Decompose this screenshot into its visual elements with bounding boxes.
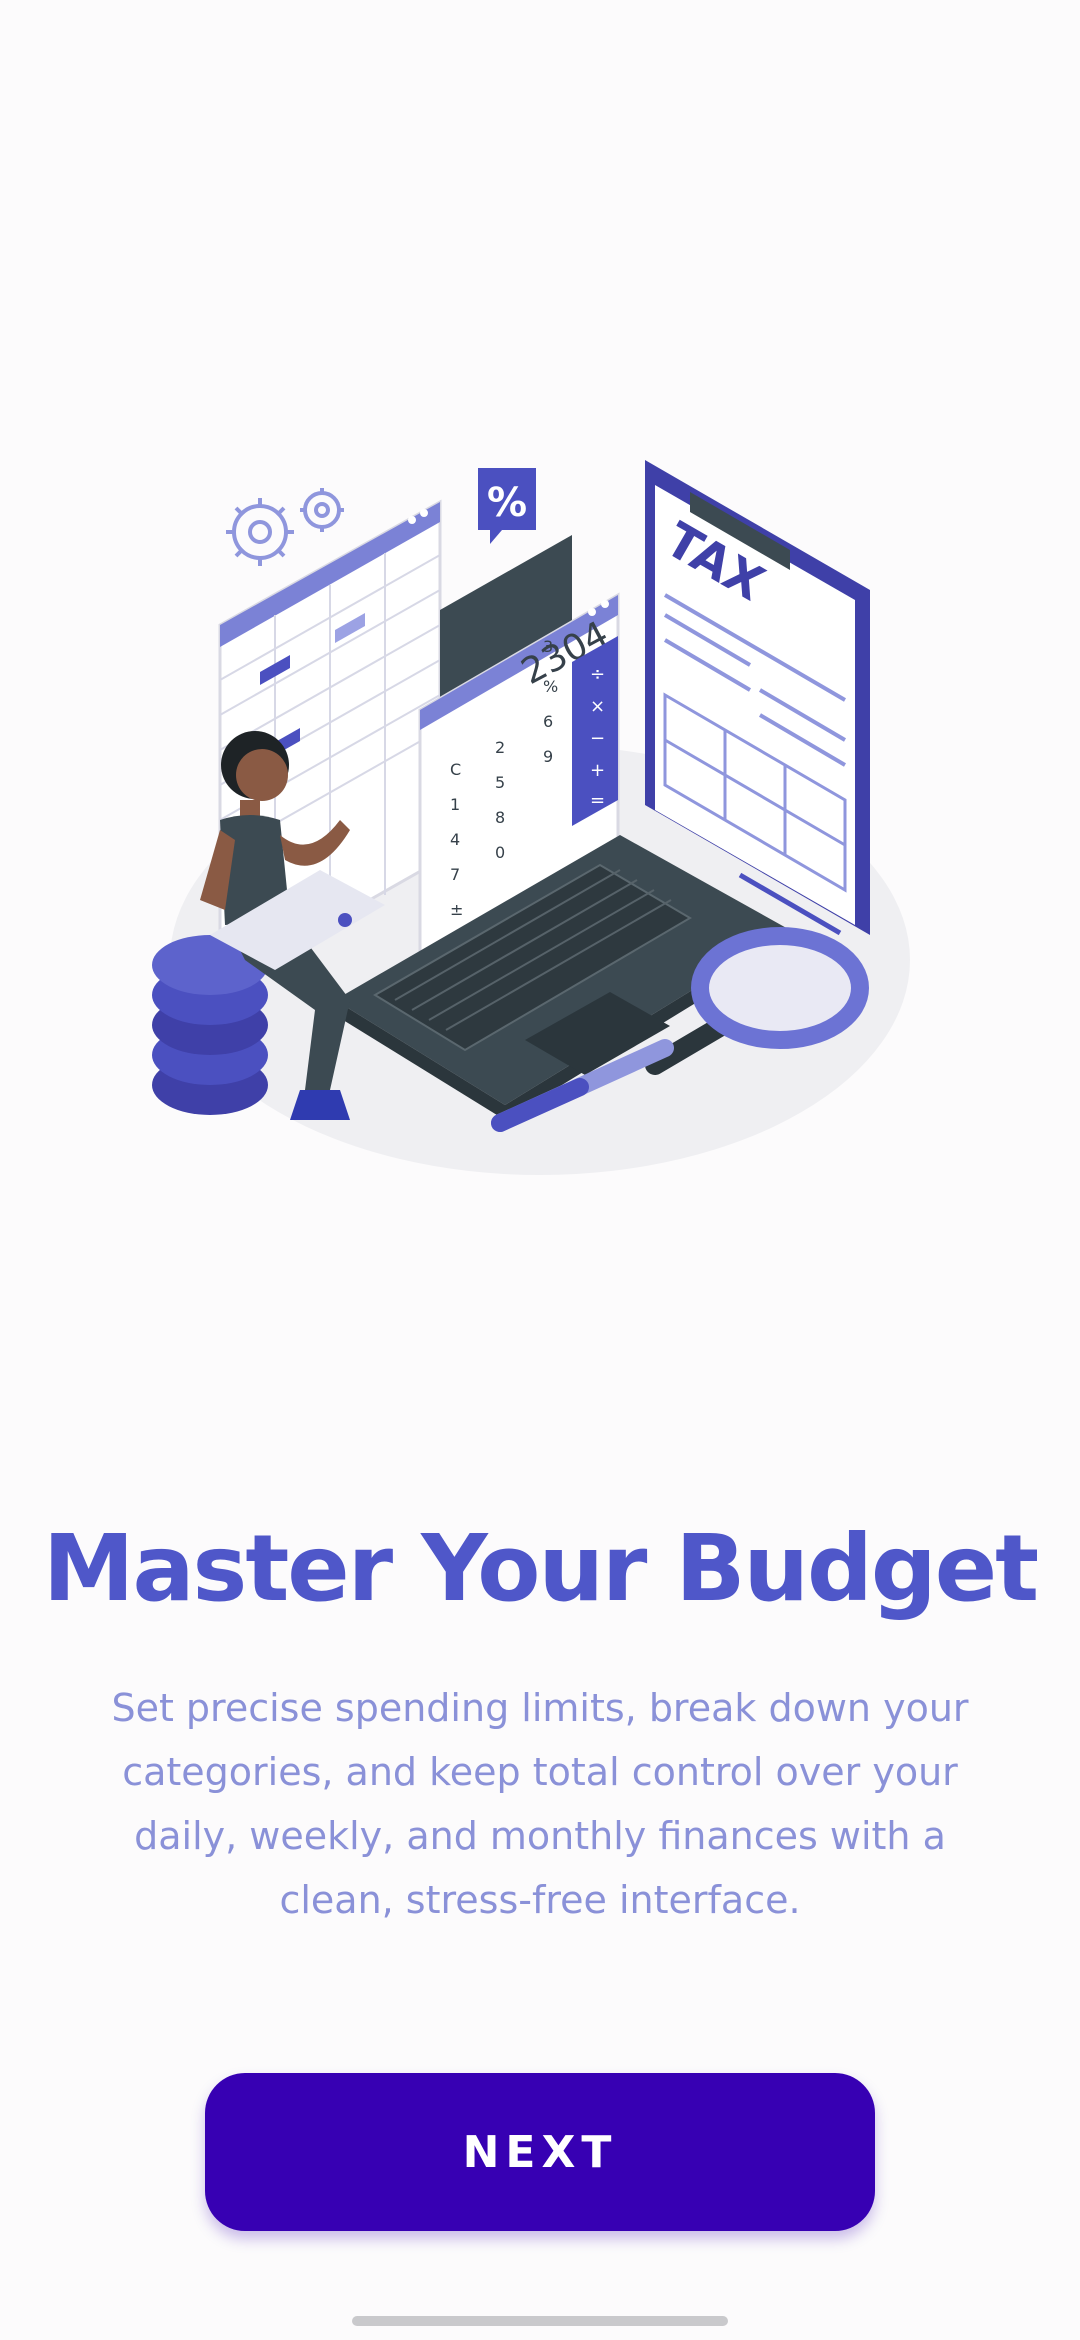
svg-text:%: % [487,480,527,526]
onboarding-screen: % 2304 C26 159 48 70 ±% 3 ÷ × − + = TAX … [0,0,1080,2340]
svg-text:2: 2 [495,738,505,757]
svg-text:4: 4 [450,830,460,849]
svg-text:−: − [590,728,605,749]
svg-text:=: = [590,790,605,811]
page-title: Master Your Budget [42,1515,1039,1622]
svg-text:÷: ÷ [590,664,605,685]
svg-text:5: 5 [495,773,505,792]
next-button[interactable]: NEXT [205,2073,875,2231]
svg-text:±: ± [450,900,463,919]
percent-badge: % [478,468,536,544]
svg-text:+: + [590,760,605,781]
page-description: Set precise spending limits, break down … [111,1686,969,1922]
gear-icon [226,488,344,566]
svg-text:1: 1 [450,795,460,814]
svg-text:9: 9 [543,747,553,766]
svg-text:7: 7 [450,865,460,884]
svg-text:6: 6 [543,712,553,731]
svg-text:3: 3 [543,637,553,656]
svg-text:0: 0 [495,843,505,862]
svg-text:×: × [590,696,605,717]
budget-illustration: % 2304 C26 159 48 70 ±%3 ÷×−+= TAX [152,460,910,1175]
svg-text:8: 8 [495,808,505,827]
home-indicator[interactable] [352,2316,728,2326]
svg-text:%: % [543,677,558,696]
svg-text:C: C [450,760,461,779]
